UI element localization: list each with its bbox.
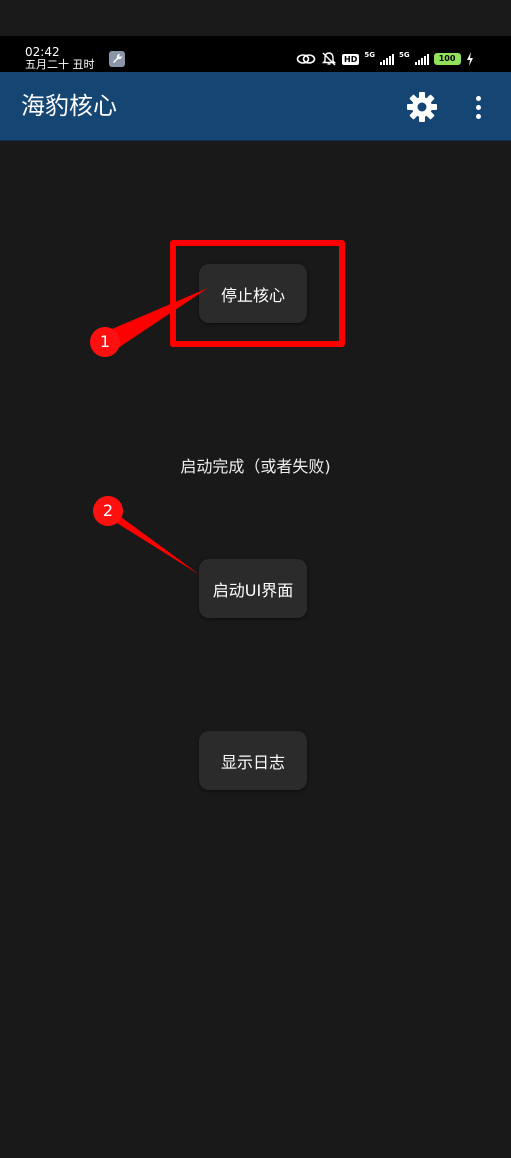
- annotation-badge-1: 1: [90, 327, 120, 357]
- annotation-arrows: [98, 288, 208, 575]
- annotation-badge-2: 2: [93, 496, 123, 526]
